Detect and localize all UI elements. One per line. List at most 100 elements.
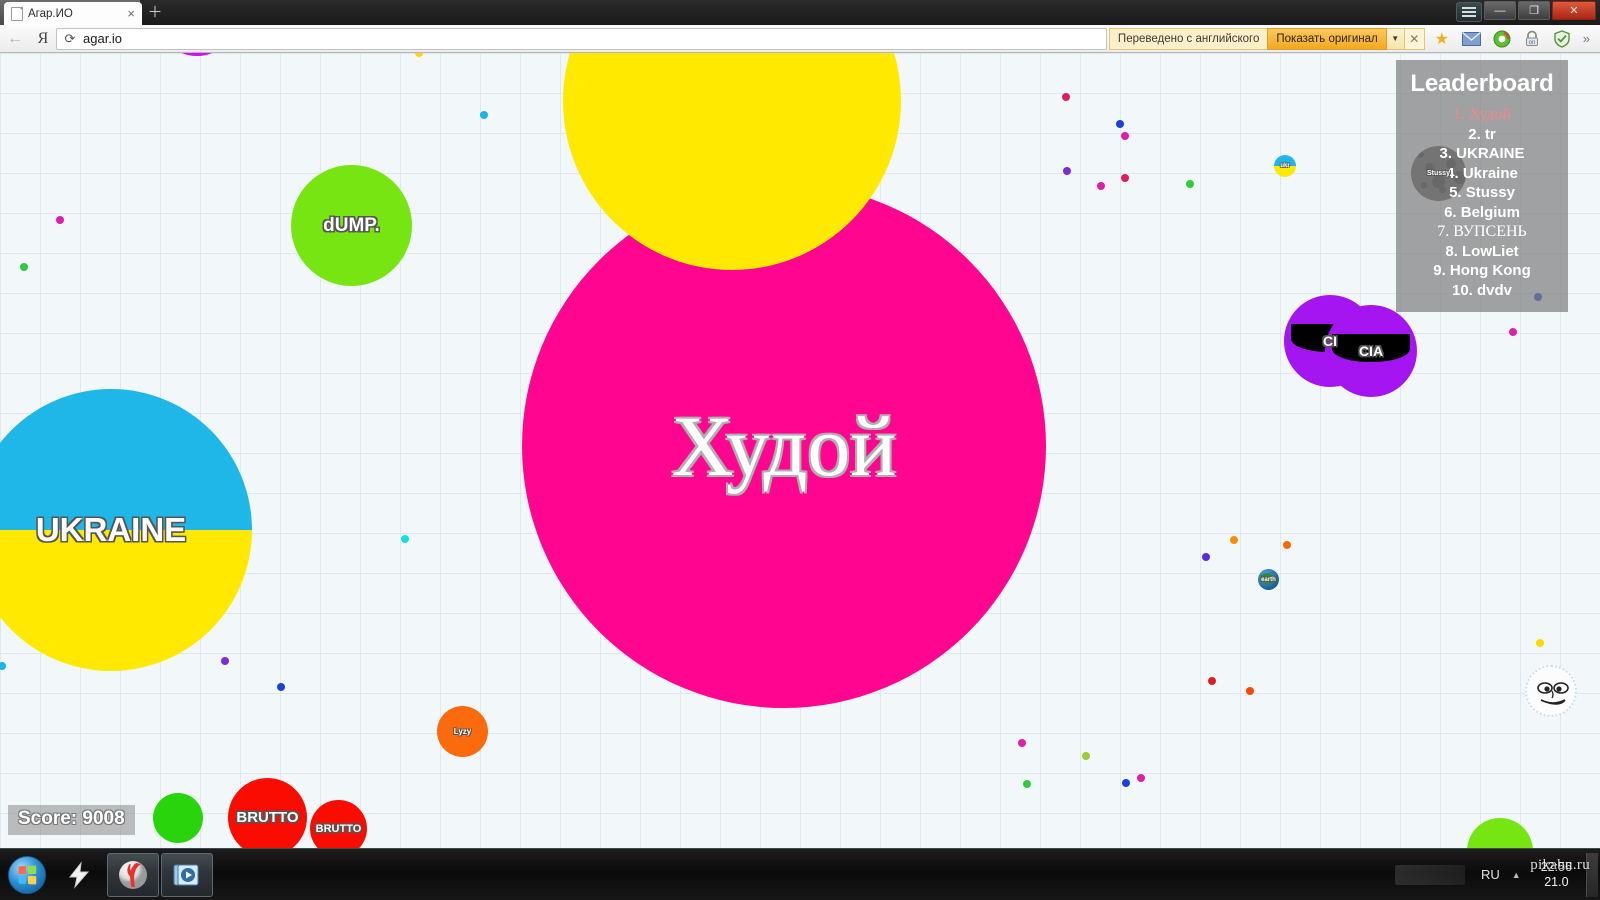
new-tab-button[interactable]: ＋	[146, 4, 164, 22]
cell-name-label: ukr	[1280, 163, 1290, 169]
leaderboard-panel: Leaderboard 1. Худой 2. tr 3. UKRAINE 4. Uk…	[1396, 60, 1568, 312]
food-pellet	[1122, 779, 1130, 787]
leaderboard-entry: 4. Ukraine	[1446, 164, 1518, 182]
player-cell[interactable]	[153, 793, 203, 843]
chevron-down-icon[interactable]: ▼	[1386, 27, 1405, 50]
leaderboard-entry: 1. Худой	[1453, 106, 1511, 123]
close-window-button[interactable]: ✕	[1552, 1, 1596, 20]
windows-taskbar: RU ▲ 22:56 21.0	[0, 848, 1600, 900]
mail-icon[interactable]	[1457, 27, 1487, 51]
winamp-icon	[68, 860, 90, 889]
toolbar-icons: on »	[1457, 27, 1600, 51]
shield-icon[interactable]	[1547, 27, 1577, 51]
leaderboard-entry: 6. Belgium	[1444, 203, 1520, 221]
leaderboard-entry: 7. ВУПСЕНЬ	[1437, 223, 1527, 240]
taskbar-item-yandex-browser[interactable]	[107, 852, 159, 897]
food-pellet	[56, 216, 64, 224]
player-cell[interactable]: UKRAINE	[0, 389, 252, 671]
url-text: agar.io	[83, 31, 123, 46]
restore-button[interactable]: ❐	[1518, 1, 1550, 20]
address-bar-row: ← Я ⟳ agar.io Переведено с английского П…	[0, 25, 1600, 53]
close-tab-icon[interactable]: ×	[124, 7, 138, 20]
bookmark-star-icon[interactable]: ★	[1427, 29, 1457, 49]
food-pellet	[1230, 536, 1238, 544]
player-cell[interactable]: CIA	[1325, 305, 1417, 397]
agario-game-canvas[interactable]: Худой UKRAINE dUMP. BRUTTO BRUTTO Lyzy CI CIA St…	[0, 53, 1600, 848]
food-pellet	[1082, 752, 1090, 760]
turbo-circle-icon[interactable]	[1487, 27, 1517, 51]
toolbar-overflow-button[interactable]: »	[1577, 31, 1596, 46]
address-bar[interactable]: ⟳ agar.io	[56, 27, 1107, 50]
tray-hidden-icons	[1395, 864, 1466, 885]
player-cell[interactable]	[156, 53, 238, 56]
cell-name-label: BRUTTO	[315, 822, 362, 835]
tab-title: Агар.ИО	[28, 7, 73, 20]
yandex-browser-icon	[119, 860, 147, 889]
language-indicator[interactable]: RU	[1469, 867, 1512, 882]
page-favicon-icon	[11, 6, 23, 21]
back-button[interactable]: ←	[0, 30, 30, 48]
player-cell[interactable]: BRUTTO	[310, 800, 367, 848]
food-pellet	[1246, 687, 1254, 695]
food-pellet	[415, 53, 423, 57]
player-cell[interactable]: dUMP.	[291, 165, 412, 286]
reload-icon[interactable]: ⟳	[57, 31, 83, 47]
food-pellet	[1062, 93, 1070, 101]
food-pellet	[1186, 180, 1194, 188]
browser-tab[interactable]: Агар.ИО ×	[4, 2, 142, 25]
food-pellet	[20, 263, 28, 271]
player-cell[interactable]: Худой	[522, 184, 1046, 708]
player-cell[interactable]	[1525, 665, 1577, 717]
leaderboard-entries: 1. Худой 2. tr 3. UKRAINE 4. Ukraine 5. Stus…	[1402, 105, 1562, 300]
food-pellet	[480, 111, 488, 119]
player-cell[interactable]: BRUTTO	[228, 778, 307, 848]
screen: Агар.ИО × ＋ — ❐ ✕ ← Я ⟳ agar.io Переведе…	[0, 0, 1600, 900]
clock-date: 21.0	[1544, 874, 1569, 889]
leaderboard-entry: 5. Stussy	[1449, 184, 1515, 201]
window-controls: — ❐ ✕	[1484, 1, 1596, 20]
leaderboard-entry: 3. UKRAINE	[1439, 145, 1525, 162]
show-hidden-icons-button[interactable]: ▲	[1512, 870, 1531, 880]
food-pellet	[1137, 774, 1145, 782]
sunglasses-icon	[1332, 334, 1410, 363]
translated-from-label: Переведено с английского	[1108, 27, 1268, 50]
show-original-button[interactable]: Показать оригинал	[1267, 27, 1387, 50]
player-cell[interactable]	[1467, 818, 1533, 848]
start-button[interactable]	[3, 853, 51, 897]
food-pellet	[1018, 739, 1026, 747]
player-cell[interactable]: ukr	[1274, 155, 1296, 177]
translate-notification-bar: Переведено с английского Показать оригин…	[1108, 27, 1425, 50]
earth-landmass	[1260, 572, 1275, 585]
media-player-icon	[173, 864, 199, 885]
cell-name-label: dUMP.	[323, 214, 380, 236]
close-translate-bar-icon[interactable]: ✕	[1404, 27, 1425, 50]
minimize-button[interactable]: —	[1484, 1, 1516, 20]
taskbar-item-media-player[interactable]	[161, 852, 213, 897]
yandex-logo-icon[interactable]: Я	[30, 30, 56, 48]
windows-logo-icon	[8, 855, 46, 894]
meme-face-icon	[1527, 667, 1575, 715]
cell-name-label: UKRAINE	[35, 511, 187, 548]
lock-icon[interactable]: on	[1517, 27, 1547, 51]
browser-window: Агар.ИО × ＋ — ❐ ✕ ← Я ⟳ agar.io Переведе…	[0, 0, 1600, 848]
leaderboard-entry: 2. tr	[1468, 125, 1496, 143]
food-pellet	[1121, 132, 1129, 140]
food-pellet	[1121, 174, 1129, 182]
cell-name-label: Lyzy	[453, 727, 472, 736]
food-pellet	[0, 662, 6, 670]
player-cell[interactable]: earth	[1258, 569, 1279, 590]
score-label: Score: 9008	[18, 808, 125, 829]
food-pellet	[1097, 182, 1105, 190]
score-box: Score: 9008	[8, 805, 135, 835]
leaderboard-title: Leaderboard	[1410, 70, 1554, 97]
food-pellet	[1536, 639, 1544, 647]
cell-name-label: BRUTTO	[236, 809, 299, 826]
food-pellet	[1509, 328, 1517, 336]
food-pellet	[1116, 120, 1124, 128]
food-pellet	[1023, 780, 1031, 788]
svg-text:on: on	[1528, 40, 1535, 46]
browser-menu-button[interactable]	[1456, 2, 1482, 22]
player-cell[interactable]: Lyzy	[437, 706, 488, 757]
taskbar-item-winamp[interactable]	[53, 853, 105, 897]
tab-strip: Агар.ИО × ＋ — ❐ ✕	[0, 0, 1600, 25]
